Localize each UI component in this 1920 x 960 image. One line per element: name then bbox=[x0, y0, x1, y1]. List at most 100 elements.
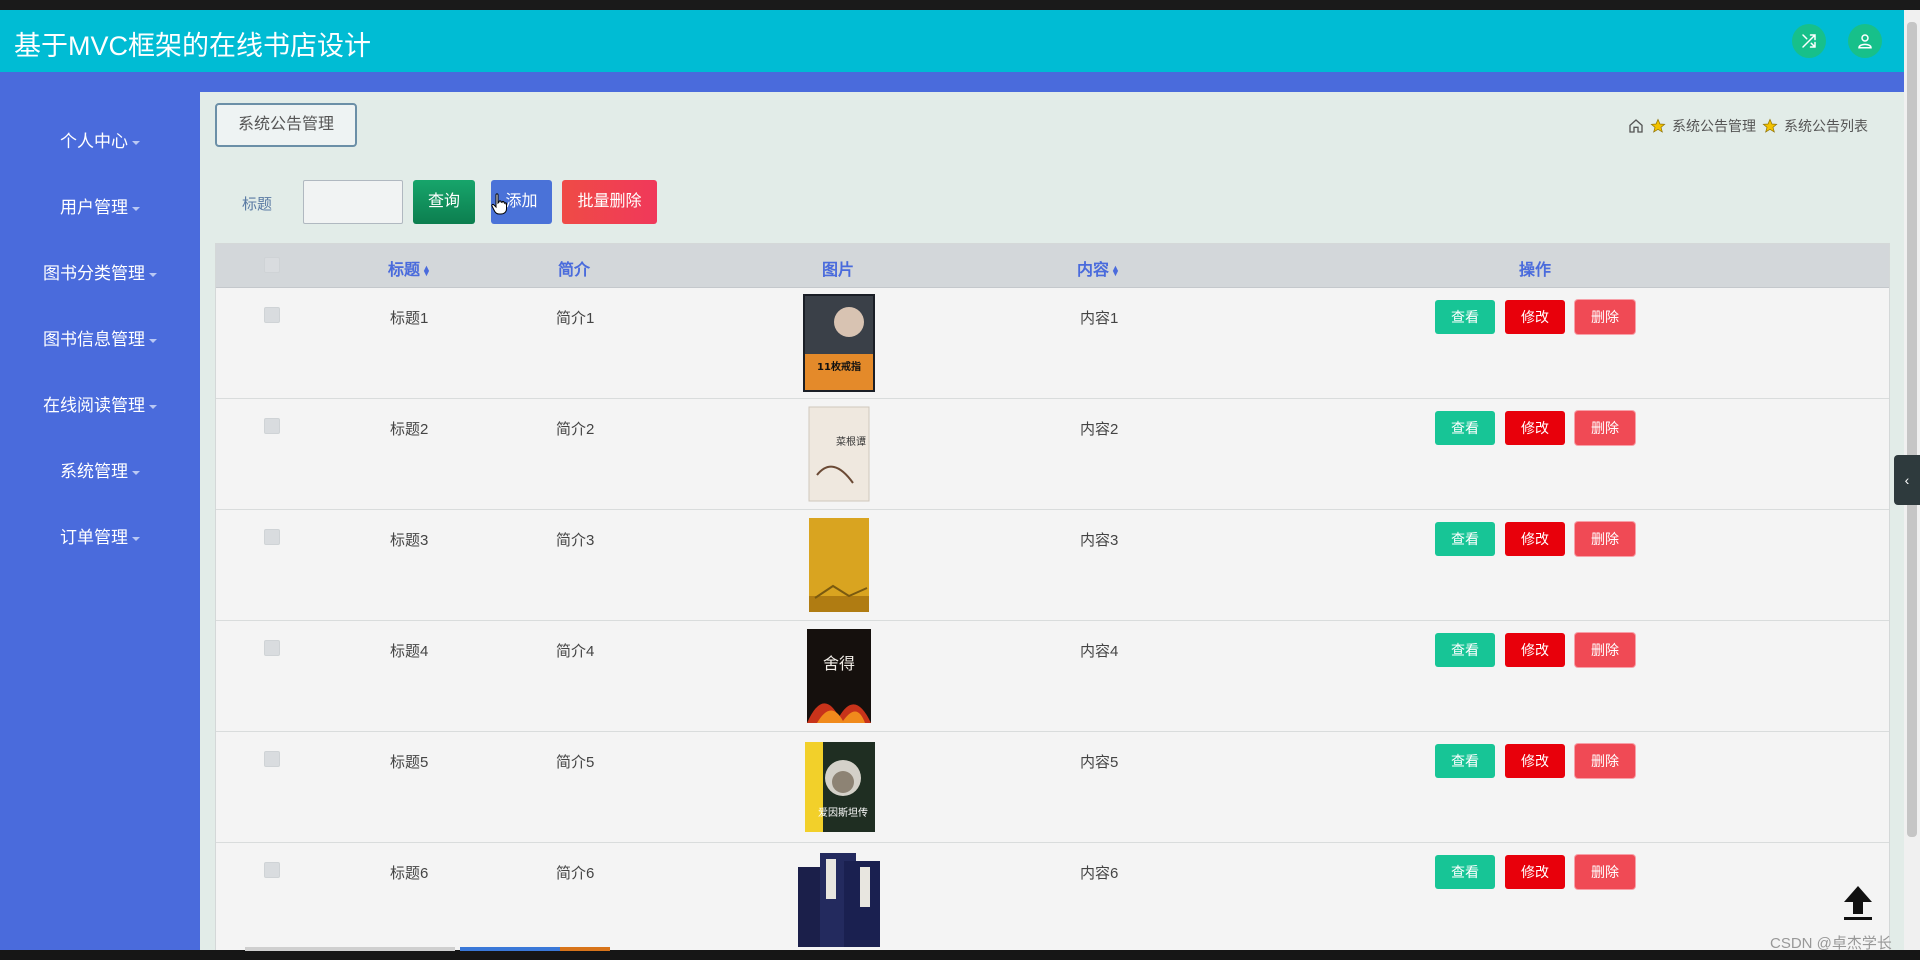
view-button[interactable]: 查看 bbox=[1435, 633, 1495, 667]
chevron-down-icon bbox=[132, 206, 140, 211]
row-checkbox[interactable] bbox=[264, 529, 280, 545]
sidebar-item-label: 图书信息管理 bbox=[43, 330, 145, 349]
svg-text:爱因斯坦传: 爱因斯坦传 bbox=[818, 806, 868, 819]
user-menu-button[interactable] bbox=[1848, 24, 1882, 58]
edit-button[interactable]: 修改 bbox=[1505, 855, 1565, 889]
title-search-input[interactable] bbox=[303, 180, 403, 224]
sort-icon[interactable]: ▲ ▼ bbox=[1111, 263, 1120, 277]
sidebar-item-orders[interactable]: 订单管理 bbox=[0, 518, 200, 558]
select-all-checkbox[interactable] bbox=[264, 257, 280, 273]
sidebar-item-book-categories[interactable]: 图书分类管理 bbox=[0, 254, 200, 294]
breadcrumb-item[interactable]: 系统公告管理 bbox=[1672, 116, 1756, 136]
sidebar-item-users[interactable]: 用户管理 bbox=[0, 188, 200, 228]
side-panel-toggle[interactable]: ‹ bbox=[1894, 455, 1920, 505]
cell-intro: 简介1 bbox=[556, 310, 595, 327]
page-tag[interactable]: 系统公告管理 bbox=[215, 103, 357, 147]
book-cover-image bbox=[798, 853, 880, 947]
video-bottom-bar bbox=[0, 950, 1920, 960]
chevron-down-icon bbox=[132, 140, 140, 145]
sidebar-item-label: 系统管理 bbox=[60, 462, 128, 481]
edit-button[interactable]: 修改 bbox=[1505, 744, 1565, 778]
shuffle-icon bbox=[1802, 34, 1816, 48]
scrollbar-thumb[interactable] bbox=[1907, 22, 1917, 837]
view-button[interactable]: 查看 bbox=[1435, 411, 1495, 445]
chevron-down-icon bbox=[132, 536, 140, 541]
sidebar-item-system[interactable]: 系统管理 bbox=[0, 452, 200, 492]
row-checkbox[interactable] bbox=[264, 862, 280, 878]
book-cover-image: 舍得 bbox=[807, 629, 871, 723]
sort-icon[interactable]: ▲ ▼ bbox=[422, 263, 431, 277]
edit-button[interactable]: 修改 bbox=[1505, 411, 1565, 445]
view-button[interactable]: 查看 bbox=[1435, 300, 1495, 334]
book-cover-image: 菜根谭 bbox=[808, 406, 870, 502]
search-button[interactable]: 查询 bbox=[413, 180, 475, 224]
edit-button[interactable]: 修改 bbox=[1505, 300, 1565, 334]
search-label: 标题 bbox=[242, 196, 273, 213]
view-button[interactable]: 查看 bbox=[1435, 855, 1495, 889]
row-checkbox[interactable] bbox=[264, 640, 280, 656]
column-header-intro: 简介 bbox=[558, 262, 591, 279]
user-icon bbox=[1858, 34, 1872, 49]
cell-intro: 简介4 bbox=[556, 643, 595, 660]
cell-title: 标题5 bbox=[390, 754, 429, 771]
svg-text:舍得: 舍得 bbox=[823, 654, 855, 673]
table-header: 标题 ▲ ▼ 简介 图片 内容 ▲ ▼ 操作 bbox=[216, 244, 1889, 288]
cell-intro: 简介6 bbox=[556, 865, 595, 882]
delete-button[interactable]: 删除 bbox=[1575, 744, 1635, 778]
edit-button[interactable]: 修改 bbox=[1505, 522, 1565, 556]
sidebar-item-label: 用户管理 bbox=[60, 198, 128, 217]
cell-content: 内容4 bbox=[1080, 643, 1119, 660]
cell-intro: 简介3 bbox=[556, 532, 595, 549]
cell-title: 标题4 bbox=[390, 643, 429, 660]
hand-cursor-icon bbox=[491, 193, 507, 215]
view-button[interactable]: 查看 bbox=[1435, 522, 1495, 556]
chevron-down-icon bbox=[149, 404, 157, 409]
top-strip bbox=[0, 0, 1920, 10]
breadcrumb: 系统公告管理 系统公告列表 bbox=[1628, 116, 1868, 136]
delete-button[interactable]: 删除 bbox=[1575, 522, 1635, 556]
cell-title: 标题2 bbox=[390, 421, 429, 438]
column-header-image: 图片 bbox=[822, 262, 855, 279]
column-header-title[interactable]: 标题 ▲ ▼ bbox=[388, 256, 431, 280]
cell-content: 内容6 bbox=[1080, 865, 1119, 882]
arrow-up-icon[interactable] bbox=[1840, 882, 1876, 922]
bulk-delete-button[interactable]: 批量删除 bbox=[562, 180, 657, 224]
cell-content: 内容3 bbox=[1080, 532, 1119, 549]
sidebar-item-online-reading[interactable]: 在线阅读管理 bbox=[0, 386, 200, 426]
delete-button[interactable]: 删除 bbox=[1575, 855, 1635, 889]
delete-button[interactable]: 删除 bbox=[1575, 300, 1635, 334]
sidebar-item-label: 在线阅读管理 bbox=[43, 396, 145, 415]
table-row: 标题1 简介1 11枚戒指 内容1 查看 修改 删除 bbox=[216, 288, 1889, 399]
sidebar-item-label: 图书分类管理 bbox=[43, 264, 145, 283]
star-icon bbox=[1650, 118, 1666, 133]
view-button[interactable]: 查看 bbox=[1435, 744, 1495, 778]
star-icon bbox=[1762, 118, 1778, 133]
app-title: 基于MVC框架的在线书店设计 bbox=[14, 31, 371, 61]
edit-button[interactable]: 修改 bbox=[1505, 633, 1565, 667]
delete-button[interactable]: 删除 bbox=[1575, 633, 1635, 667]
column-header-content[interactable]: 内容 ▲ ▼ bbox=[1077, 256, 1120, 280]
cell-title: 标题6 bbox=[390, 865, 429, 882]
sidebar-item-book-info[interactable]: 图书信息管理 bbox=[0, 320, 200, 360]
sidebar: 个人中心 用户管理 图书分类管理 图书信息管理 在线阅读管理 系统管理 订单管理 bbox=[0, 92, 200, 950]
fullscreen-button[interactable] bbox=[1792, 24, 1826, 58]
sidebar-item-profile[interactable]: 个人中心 bbox=[0, 122, 200, 162]
home-icon[interactable] bbox=[1628, 118, 1644, 134]
sidebar-item-label: 订单管理 bbox=[60, 528, 128, 547]
row-checkbox[interactable] bbox=[264, 751, 280, 767]
row-checkbox[interactable] bbox=[264, 307, 280, 323]
app-header: 基于MVC框架的在线书店设计 bbox=[0, 10, 1904, 72]
cell-title: 标题1 bbox=[390, 310, 429, 327]
delete-button[interactable]: 删除 bbox=[1575, 411, 1635, 445]
breadcrumb-item: 系统公告列表 bbox=[1784, 118, 1868, 134]
cell-content: 内容5 bbox=[1080, 754, 1119, 771]
watermark: CSDN @卓杰学长 bbox=[1770, 935, 1892, 952]
row-checkbox[interactable] bbox=[264, 418, 280, 434]
chevron-down-icon bbox=[132, 470, 140, 475]
cell-content: 内容1 bbox=[1080, 310, 1119, 327]
cell-title: 标题3 bbox=[390, 532, 429, 549]
progress-segment bbox=[245, 947, 455, 951]
header-underbar bbox=[0, 72, 1904, 92]
main-content: 系统公告管理 系统公告管理 系统公告列表 标题 查询 添加 批量删除 标题 ▲ ▼ … bbox=[200, 92, 1904, 950]
progress-segment bbox=[560, 947, 610, 951]
